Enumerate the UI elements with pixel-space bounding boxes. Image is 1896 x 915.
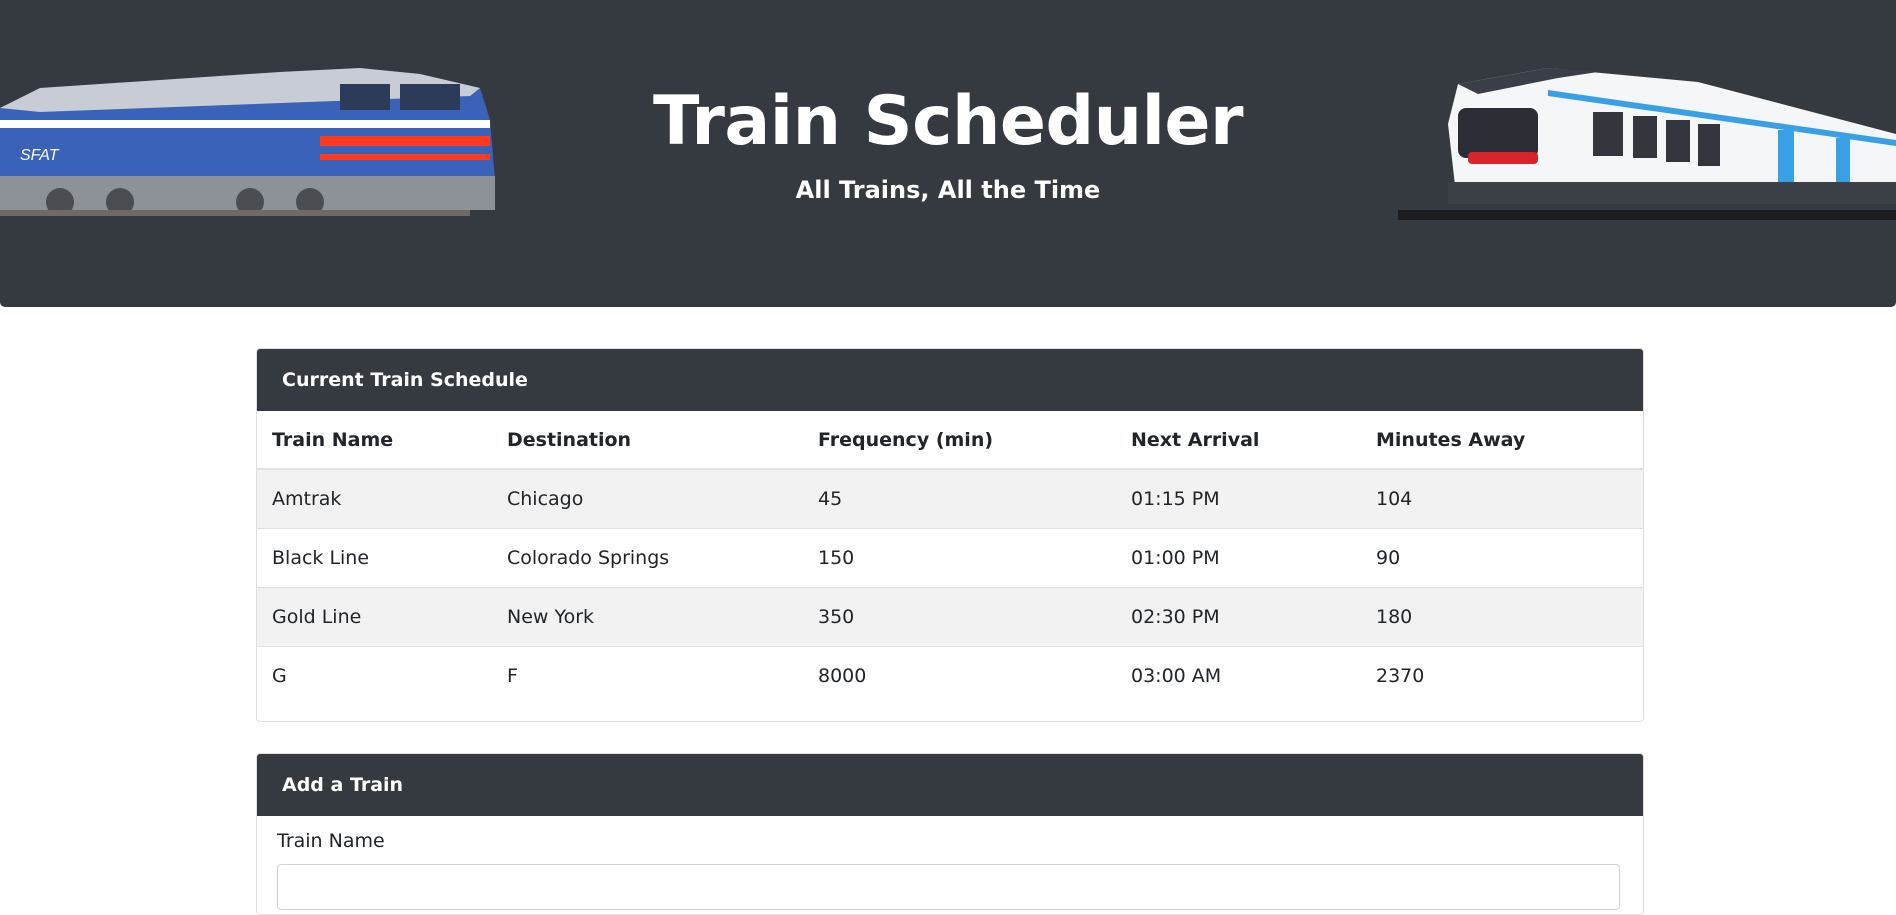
train-name-label: Train Name xyxy=(277,830,385,852)
cell-frequency: 45 xyxy=(803,468,1116,529)
page-subtitle: All Trains, All the Time xyxy=(795,176,1101,204)
column-header-frequency: Frequency (min) xyxy=(803,411,1116,470)
column-header-next-arrival: Next Arrival xyxy=(1116,411,1361,470)
schedule-table: Train Name Destination Frequency (min) N… xyxy=(257,411,1643,705)
cell-train-name: Amtrak xyxy=(257,468,492,529)
cell-minutes-away: 2370 xyxy=(1361,646,1643,705)
table-header-row: Train Name Destination Frequency (min) N… xyxy=(257,411,1643,470)
column-header-destination: Destination xyxy=(492,411,803,470)
column-header-minutes-away: Minutes Away xyxy=(1361,411,1643,470)
cell-next-arrival: 01:15 PM xyxy=(1116,468,1361,529)
table-row: Gold Line New York 350 02:30 PM 180 xyxy=(257,587,1643,647)
add-train-card-header: Add a Train xyxy=(257,754,1643,816)
cell-next-arrival: 02:30 PM xyxy=(1116,587,1361,647)
cell-minutes-away: 104 xyxy=(1361,468,1643,529)
cell-frequency: 8000 xyxy=(803,646,1116,705)
cell-train-name: Gold Line xyxy=(257,587,492,647)
table-row: G F 8000 03:00 AM 2370 xyxy=(257,646,1643,705)
cell-destination: New York xyxy=(492,587,803,647)
table-row: Amtrak Chicago 45 01:15 PM 104 xyxy=(257,468,1643,529)
cell-minutes-away: 90 xyxy=(1361,528,1643,588)
cell-next-arrival: 03:00 AM xyxy=(1116,646,1361,705)
cell-frequency: 150 xyxy=(803,528,1116,588)
column-header-train-name: Train Name xyxy=(257,411,492,470)
cell-destination: Chicago xyxy=(492,468,803,529)
header-jumbotron: SFAT Train Scheduler All Trains, All the… xyxy=(0,0,1896,307)
table-row: Black Line Colorado Springs 150 01:00 PM… xyxy=(257,528,1643,588)
cell-train-name: Black Line xyxy=(257,528,492,588)
cell-minutes-away: 180 xyxy=(1361,587,1643,647)
cell-frequency: 350 xyxy=(803,587,1116,647)
train-name-input[interactable] xyxy=(277,864,1620,910)
add-train-card: Add a Train Train Name xyxy=(256,753,1644,915)
cell-destination: F xyxy=(492,646,803,705)
page-title: Train Scheduler xyxy=(652,82,1244,161)
cell-train-name: G xyxy=(257,646,492,705)
cell-destination: Colorado Springs xyxy=(492,528,803,588)
schedule-card: Current Train Schedule Train Name Destin… xyxy=(256,348,1644,722)
schedule-card-header: Current Train Schedule xyxy=(257,349,1643,411)
cell-next-arrival: 01:00 PM xyxy=(1116,528,1361,588)
